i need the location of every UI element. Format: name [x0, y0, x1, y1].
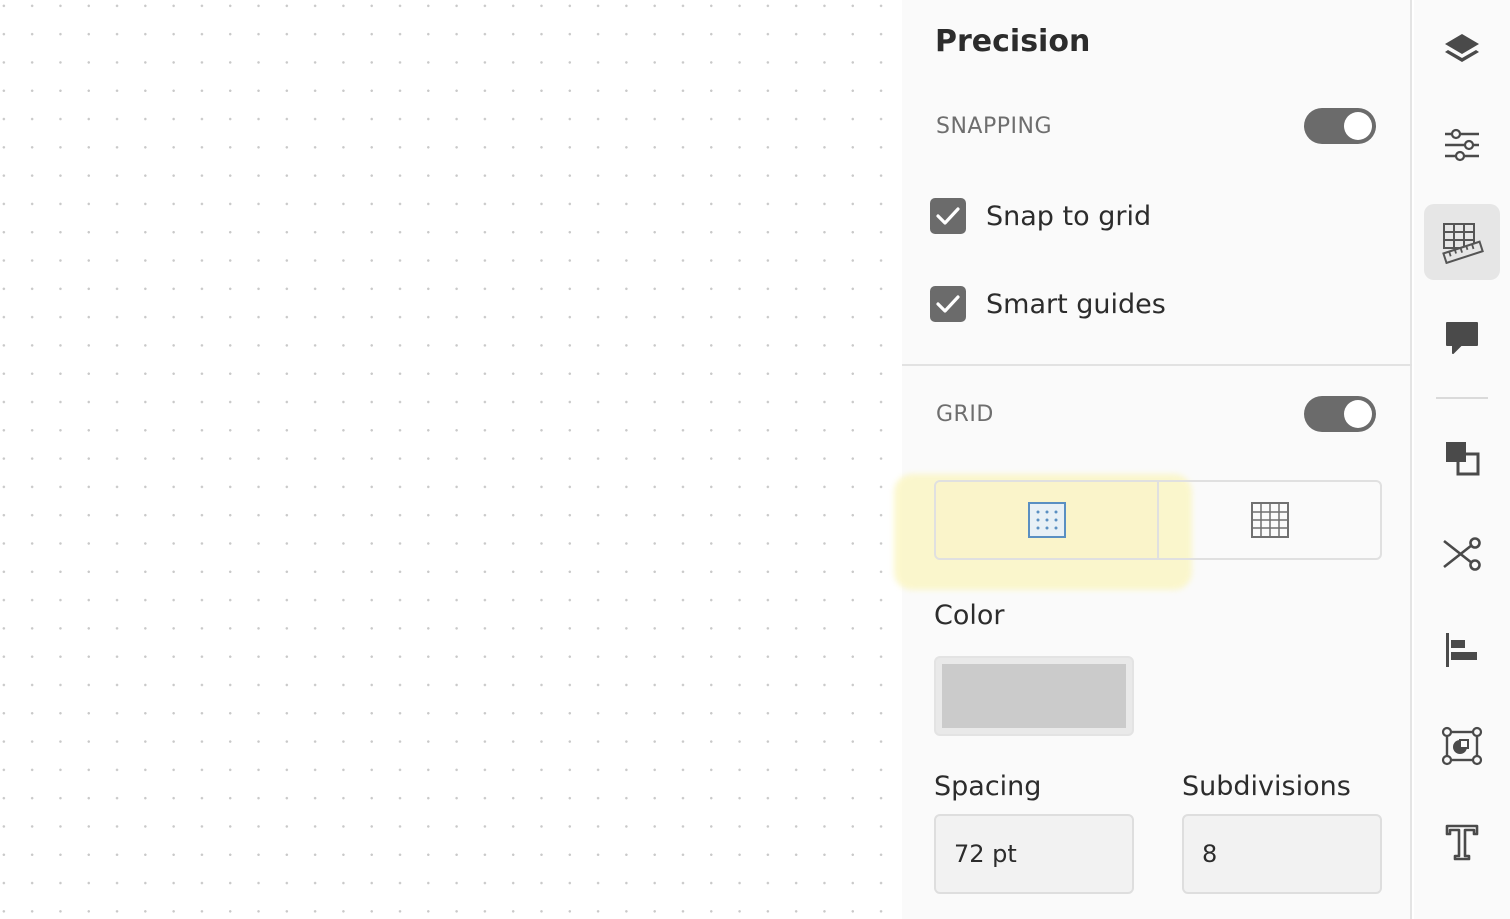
- layers-icon: [1445, 34, 1479, 62]
- line-grid-option[interactable]: [1159, 482, 1380, 558]
- panel-title: Precision: [935, 24, 1091, 59]
- rail-divider: [1436, 397, 1488, 399]
- scissors-button[interactable]: [1424, 516, 1500, 592]
- transform-icon: [1441, 726, 1483, 766]
- text-button[interactable]: [1424, 804, 1500, 880]
- arrange-icon: [1446, 442, 1480, 476]
- grid-section-label: GRID: [936, 402, 994, 427]
- snap-to-grid-checkbox-row[interactable]: Snap to grid: [930, 198, 1151, 234]
- grid-toggle[interactable]: [1304, 396, 1376, 432]
- checkmark-icon: [936, 207, 960, 225]
- smart-guides-checkbox[interactable]: [930, 286, 966, 322]
- precision-button[interactable]: [1424, 204, 1500, 280]
- right-tool-rail: [1414, 0, 1510, 919]
- grid-type-selector: [934, 480, 1382, 560]
- snap-to-grid-checkbox[interactable]: [930, 198, 966, 234]
- scissors-icon: [1443, 537, 1481, 571]
- color-fill: [942, 664, 1126, 728]
- smart-guides-checkbox-row[interactable]: Smart guides: [930, 286, 1166, 322]
- color-label: Color: [934, 600, 1005, 631]
- comments-button[interactable]: [1424, 300, 1500, 376]
- subdivisions-input[interactable]: [1182, 814, 1382, 894]
- align-button[interactable]: [1424, 612, 1500, 688]
- properties-sliders-icon: [1445, 128, 1479, 162]
- dot-grid-icon: [1027, 502, 1066, 538]
- toggle-knob: [1344, 112, 1372, 140]
- snapping-section-label: SNAPPING: [936, 114, 1052, 139]
- snapping-toggle[interactable]: [1304, 108, 1376, 144]
- snap-to-grid-label: Snap to grid: [986, 200, 1152, 232]
- subdivisions-label: Subdivisions: [1182, 771, 1351, 802]
- toggle-knob: [1344, 400, 1372, 428]
- artboard-canvas[interactable]: [0, 0, 902, 919]
- smart-guides-label: Smart guides: [986, 288, 1166, 320]
- spacing-label: Spacing: [934, 771, 1042, 802]
- precision-panel: Precision SNAPPING Snap to grid Smart gu…: [894, 0, 1412, 919]
- spacing-input[interactable]: [934, 814, 1134, 894]
- layers-button[interactable]: [1424, 12, 1500, 88]
- grid-color-swatch[interactable]: [934, 656, 1134, 736]
- precision-grid-ruler-icon: [1442, 223, 1484, 264]
- properties-button[interactable]: [1424, 107, 1500, 183]
- line-grid-icon: [1250, 502, 1289, 538]
- transform-button[interactable]: [1424, 708, 1500, 784]
- arrange-button[interactable]: [1424, 420, 1500, 496]
- dot-grid-option[interactable]: [936, 482, 1159, 558]
- checkmark-icon: [936, 295, 960, 313]
- section-divider: [902, 364, 1412, 366]
- comments-icon: [1446, 322, 1478, 354]
- align-left-icon: [1446, 633, 1477, 667]
- text-icon: [1445, 824, 1479, 861]
